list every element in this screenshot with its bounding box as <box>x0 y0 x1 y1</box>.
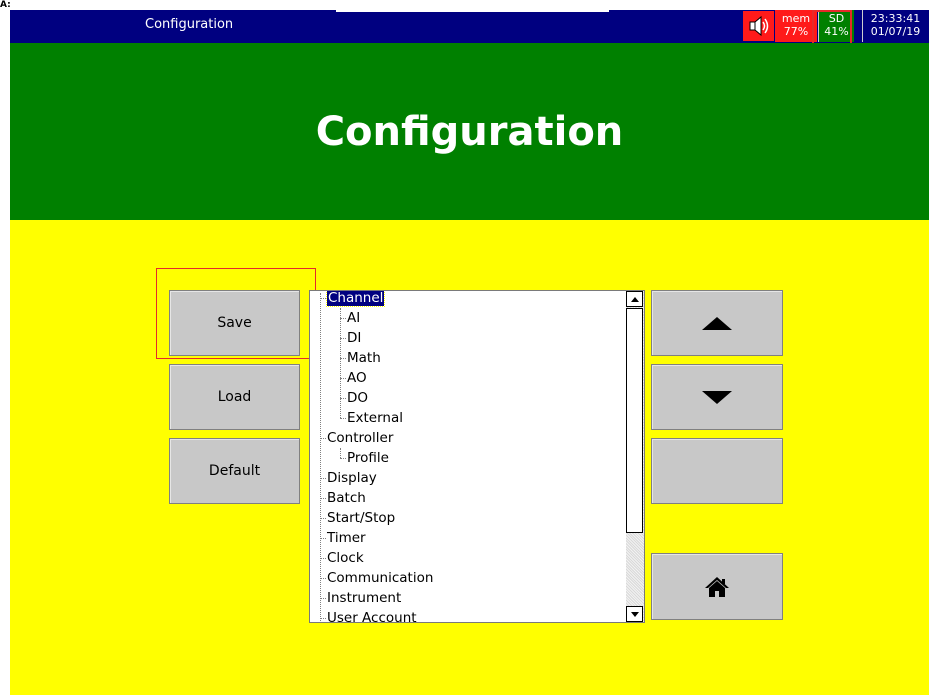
tree-item[interactable]: Profile <box>347 448 389 468</box>
time-readout: 23:33:41 <box>870 12 921 25</box>
tree-branch-connector <box>320 598 326 599</box>
tree-item[interactable]: Channel <box>325 291 386 308</box>
tree-item[interactable]: Timer <box>327 528 366 548</box>
tree-item-label: Clock <box>327 550 364 566</box>
default-button[interactable]: Default <box>169 438 300 504</box>
tree-child-connector <box>340 448 341 458</box>
tree-child-connector <box>340 308 341 418</box>
scroll-thumb[interactable] <box>626 308 643 533</box>
stray-label: A: <box>0 0 11 10</box>
tree-item-label: Instrument <box>327 590 402 606</box>
tree-branch-connector <box>320 618 326 619</box>
date-readout: 01/07/19 <box>870 25 921 38</box>
blank-button[interactable] <box>651 438 783 504</box>
tree-item[interactable]: External <box>347 408 403 428</box>
tree-item-label: Batch <box>327 490 366 506</box>
move-down-button[interactable] <box>651 364 783 430</box>
config-tree[interactable]: Channel AI DI Math AO DO External Controller Pro… <box>309 290 645 623</box>
tree-branch-connector <box>320 498 326 499</box>
tree-item-label: AO <box>347 370 367 386</box>
tree-item-label: External <box>347 410 404 426</box>
tree-item[interactable]: AO <box>347 368 367 388</box>
tree-item[interactable]: DI <box>347 328 361 348</box>
tree-root-connector <box>320 293 321 622</box>
home-icon <box>705 576 729 597</box>
tree-branch-connector <box>340 418 346 419</box>
tree-branch-connector <box>320 578 326 579</box>
tree-item[interactable]: Communication <box>327 568 433 588</box>
tree-item-label: AI <box>347 310 361 326</box>
status-bar: Configuration mem 77% SD 41% 23:33:41 01… <box>10 10 929 43</box>
tree-item[interactable]: Batch <box>327 488 366 508</box>
tree-item-label: Display <box>327 470 377 486</box>
tree-branch-connector <box>320 558 326 559</box>
hmi-screen: Configuration mem 77% SD 41% 23:33:41 01… <box>10 10 929 695</box>
down-arrow-icon <box>702 390 732 404</box>
tree-item-label: User Account <box>327 610 417 622</box>
clock-status: 23:33:41 01/07/19 <box>862 10 928 42</box>
tree-item-label: Timer <box>327 530 366 546</box>
move-up-button[interactable] <box>651 290 783 356</box>
tree-item-label: DO <box>347 390 369 406</box>
tree-item-label: DI <box>347 330 362 346</box>
scroll-down-arrow-icon <box>630 611 639 617</box>
tree-item[interactable]: User Account <box>327 608 417 622</box>
page-header: Configuration <box>10 43 929 220</box>
tree-item[interactable]: Controller <box>327 428 393 448</box>
tree-item[interactable]: AI <box>347 308 360 328</box>
tree-item-label: Controller <box>327 430 394 446</box>
config-tree-items: Channel AI DI Math AO DO External Controller Pro… <box>310 291 626 622</box>
tree-item-label: Start/Stop <box>327 510 396 526</box>
tree-item[interactable]: Start/Stop <box>327 508 395 528</box>
tree-item[interactable]: Instrument <box>327 588 401 608</box>
status-bar-divider <box>336 10 609 12</box>
up-arrow-icon <box>702 316 732 330</box>
tree-item-label: Math <box>347 350 381 366</box>
tree-scrollbar[interactable] <box>626 291 644 622</box>
memory-label: mem <box>781 12 811 25</box>
tree-item-label: Channel <box>325 291 386 307</box>
memory-status: mem 77% <box>775 10 817 42</box>
tree-branch-connector <box>320 438 326 439</box>
scroll-up-button[interactable] <box>626 291 643 307</box>
window-title: Configuration <box>145 17 234 32</box>
home-button[interactable] <box>651 553 783 620</box>
load-button[interactable]: Load <box>169 364 300 430</box>
tree-branch-connector <box>340 458 346 459</box>
tree-item[interactable]: Display <box>327 468 377 488</box>
tree-branch-connector <box>320 518 326 519</box>
save-button[interactable]: Save <box>169 290 300 356</box>
memory-value: 77% <box>783 25 809 38</box>
scroll-down-button[interactable] <box>626 606 643 622</box>
tree-item-label: Communication <box>327 570 434 586</box>
tree-branch-connector <box>320 538 326 539</box>
tree-branch-connector <box>320 478 326 479</box>
speaker-icon[interactable] <box>743 11 774 41</box>
tree-item[interactable]: DO <box>347 388 368 408</box>
scroll-up-arrow-icon <box>630 296 639 302</box>
tree-item[interactable]: Math <box>347 348 381 368</box>
tree-branch-connector <box>320 298 326 299</box>
tree-item-label: Profile <box>347 450 389 466</box>
tree-item[interactable]: Clock <box>327 548 364 568</box>
page-title: Configuration <box>315 109 624 155</box>
